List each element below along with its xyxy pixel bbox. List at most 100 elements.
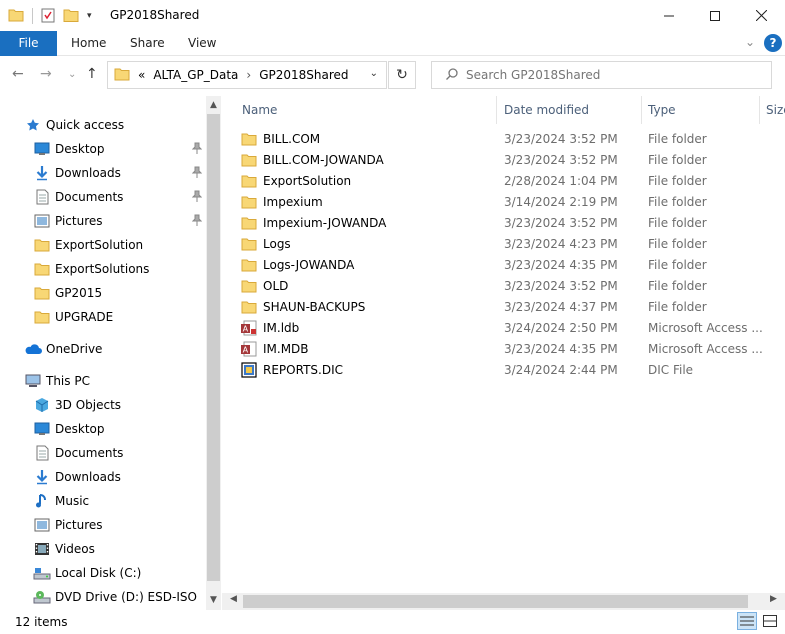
file-row[interactable]: Impexium-JOWANDA 3/23/2024 3:52 PM File fo… (240, 212, 785, 233)
sidebar-item-label: 3D Objects (55, 398, 122, 412)
scroll-left-icon[interactable]: ◀ (230, 594, 237, 604)
file-date-modified: 3/23/2024 4:35 PM (504, 341, 618, 356)
svg-text:A: A (243, 345, 249, 354)
search-box[interactable] (431, 61, 772, 89)
file-row[interactable]: A IM.ldb 3/24/2024 2:50 PM Microsoft Access… (240, 317, 785, 338)
properties-icon[interactable] (41, 7, 55, 26)
refresh-icon: ↻ (396, 67, 408, 83)
column-divider[interactable] (496, 96, 497, 124)
file-row[interactable]: A IM.MDB 3/23/2024 4:35 PM Microsoft Access… (240, 338, 785, 359)
column-header-size[interactable]: Size (766, 96, 785, 124)
sidebar-item-label: Desktop (55, 142, 105, 156)
column-divider[interactable] (641, 96, 642, 124)
sidebar-item-upgrade[interactable]: UPGRADE (33, 306, 113, 328)
file-date-modified: 3/23/2024 4:35 PM (504, 257, 618, 272)
file-row[interactable]: Logs-JOWANDA 3/23/2024 4:35 PM File folder (240, 254, 785, 275)
file-row[interactable]: Logs 3/23/2024 4:23 PM File folder (240, 233, 785, 254)
sidebar-item-quick-access[interactable]: Quick access (24, 114, 124, 136)
file-row[interactable]: BILL.COM 3/23/2024 3:52 PM File folder (240, 128, 785, 149)
sidebar-item-downloads[interactable]: Downloads (33, 162, 121, 184)
customize-toolbar-icon[interactable]: ▾ (87, 11, 92, 21)
folder-icon (114, 67, 130, 84)
tab-file[interactable]: File (0, 31, 57, 56)
sidebar-item-videos[interactable]: Videos (33, 538, 95, 560)
breadcrumb-item-alta-gp-data[interactable]: ALTA_GP_Data (153, 68, 238, 82)
up-arrow-icon[interactable]: ↑ (86, 66, 98, 82)
breadcrumb-item-gp2018shared[interactable]: GP2018Shared (259, 68, 348, 82)
column-header-date-modified[interactable]: Date modified (504, 96, 589, 124)
maximize-icon (710, 10, 720, 21)
file-row[interactable]: OLD 3/23/2024 3:52 PM File folder (240, 275, 785, 296)
file-name: BILL.COM (263, 131, 321, 146)
address-bar[interactable]: « ALTA_GP_Data › GP2018Shared ⌄ (107, 61, 387, 89)
file-name: BILL.COM-JOWANDA (263, 152, 384, 167)
recent-locations-chevron-icon[interactable]: ⌄ (68, 69, 76, 80)
minimize-button[interactable] (646, 0, 692, 31)
sidebar-item-exportsolutions[interactable]: ExportSolutions (33, 258, 149, 280)
sidebar-item-label: Downloads (55, 470, 121, 484)
file-type: File folder (648, 131, 707, 146)
sidebar-item-this-pc[interactable]: This PC (24, 370, 90, 392)
sidebar-item-downloads[interactable]: Downloads (33, 466, 121, 488)
sidebar-item-local-disk-c[interactable]: Local Disk (C:) (33, 562, 141, 584)
pin-icon[interactable] (191, 190, 203, 205)
scroll-up-icon[interactable]: ▲ (206, 98, 221, 113)
navigation-pane-scrollbar[interactable]: ▲ ▼ (206, 96, 221, 610)
file-row[interactable]: SHAUN-BACKUPS 3/23/2024 4:37 PM File folde… (240, 296, 785, 317)
quick-access-toolbar: ▾ (8, 6, 100, 26)
scroll-down-icon[interactable]: ▼ (206, 593, 221, 608)
details-view-button[interactable] (737, 612, 757, 630)
new-folder-icon[interactable] (63, 7, 79, 26)
pin-icon[interactable] (191, 214, 203, 229)
file-name: OLD (263, 278, 289, 293)
pin-icon[interactable] (191, 166, 203, 181)
tab-view[interactable]: View (188, 31, 216, 56)
sidebar-item-desktop[interactable]: Desktop (33, 418, 105, 440)
file-row[interactable]: ExportSolution 2/28/2024 1:04 PM File fold… (240, 170, 785, 191)
address-dropdown-icon[interactable]: ⌄ (370, 68, 378, 79)
video-icon (33, 540, 51, 558)
sidebar-item-exportsolution[interactable]: ExportSolution (33, 234, 143, 256)
sidebar-item-pictures[interactable]: Pictures (33, 514, 103, 536)
pin-icon[interactable] (191, 142, 203, 157)
file-date-modified: 3/23/2024 4:37 PM (504, 299, 618, 314)
folder-icon (33, 308, 51, 326)
scroll-right-icon[interactable]: ▶ (770, 594, 777, 604)
tab-home[interactable]: Home (71, 31, 106, 56)
column-divider[interactable] (759, 96, 760, 124)
navigation-bar: ← → ⌄ ↑ « ALTA_GP_Data › GP2018Shared ⌄ … (0, 56, 785, 94)
file-row[interactable]: Impexium 3/14/2024 2:19 PM File folder (240, 191, 785, 212)
back-arrow-icon[interactable]: ← (12, 66, 24, 82)
sidebar-item-gp2015[interactable]: GP2015 (33, 282, 102, 304)
file-list-horizontal-scrollbar[interactable]: ◀ ▶ (222, 593, 785, 610)
refresh-button[interactable]: ↻ (388, 61, 416, 89)
dic-file-icon (240, 361, 258, 378)
close-button[interactable] (738, 0, 784, 31)
expand-ribbon-icon[interactable]: ⌄ (745, 35, 755, 49)
tab-share[interactable]: Share (130, 31, 165, 56)
sidebar-item-3d-objects[interactable]: 3D Objects (33, 394, 121, 416)
search-input[interactable] (466, 68, 746, 82)
maximize-button[interactable] (692, 0, 738, 31)
folder-icon (240, 152, 258, 168)
sidebar-item-pictures[interactable]: Pictures (33, 210, 103, 232)
forward-arrow-icon[interactable]: → (40, 66, 52, 82)
help-icon[interactable]: ? (764, 34, 782, 52)
scrollbar-thumb[interactable] (207, 114, 220, 581)
sidebar-item-dvd-drive-d-esd-iso[interactable]: DVD Drive (D:) ESD-ISO (33, 586, 197, 608)
folder-icon (8, 8, 24, 25)
column-header-name[interactable]: Name (242, 96, 277, 124)
folder-icon (240, 131, 258, 147)
sidebar-item-music[interactable]: Music (33, 490, 89, 512)
scrollbar-thumb[interactable] (243, 595, 748, 608)
file-row[interactable]: REPORTS.DIC 3/24/2024 2:44 PM DIC File (240, 359, 785, 380)
breadcrumb-overflow[interactable]: « (138, 68, 145, 82)
sidebar-item-desktop[interactable]: Desktop (33, 138, 105, 160)
sidebar-item-documents[interactable]: Documents (33, 442, 123, 464)
file-row[interactable]: BILL.COM-JOWANDA 3/23/2024 3:52 PM File fo… (240, 149, 785, 170)
large-icons-view-button[interactable] (760, 612, 780, 630)
column-header-type[interactable]: Type (648, 96, 676, 124)
breadcrumb-separator-icon[interactable]: › (246, 68, 251, 82)
sidebar-item-documents[interactable]: Documents (33, 186, 123, 208)
sidebar-item-onedrive[interactable]: OneDrive (24, 338, 102, 360)
